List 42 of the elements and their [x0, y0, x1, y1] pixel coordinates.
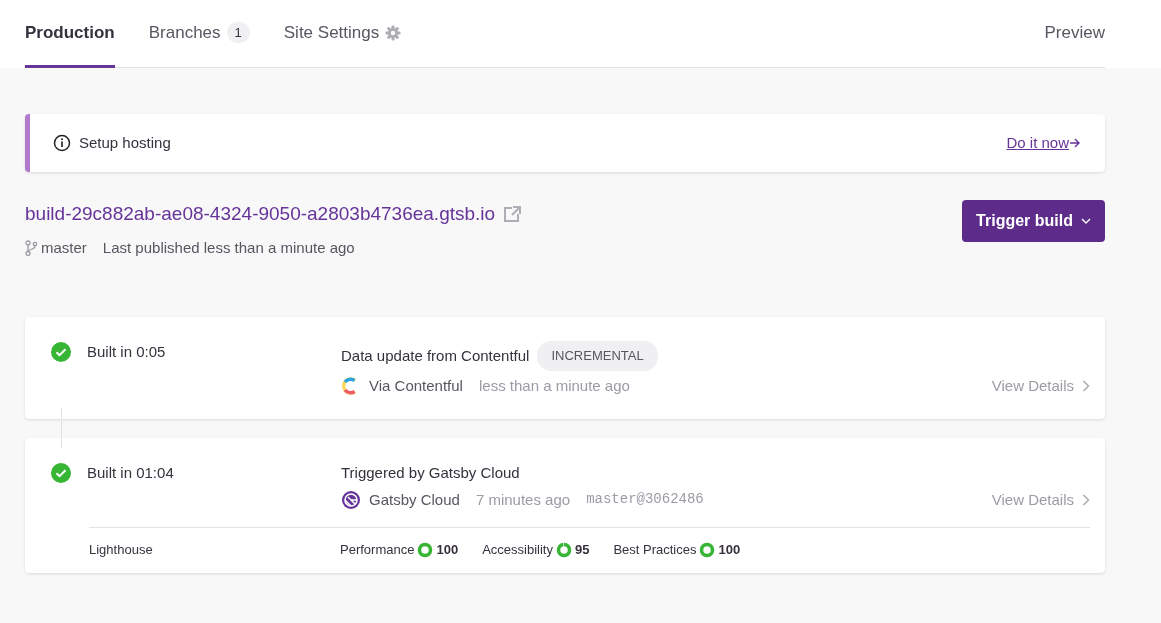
build-type-tag: INCREMENTAL	[537, 341, 658, 371]
caret-icon	[1081, 218, 1091, 224]
settings-icon	[385, 24, 402, 41]
branch-icon	[25, 239, 37, 256]
score-value: 95	[574, 541, 590, 559]
tab[interactable]: Production	[25, 0, 115, 68]
score-ring-icon	[699, 541, 716, 558]
build-time: less than a minute ago	[478, 375, 630, 396]
score-ring-icon	[417, 541, 434, 558]
branch-name: master	[41, 237, 87, 258]
build-source: Via Contentful	[369, 375, 463, 396]
preview-tab[interactable]: Preview	[1044, 0, 1105, 68]
success-check-icon	[51, 463, 71, 483]
build-time: 7 minutes ago	[475, 489, 571, 510]
count-badge: 1	[226, 21, 250, 44]
chevron-right-icon	[1082, 379, 1090, 392]
score-name: Accessibility	[482, 541, 553, 559]
do-it-now-link[interactable]: Do it now	[1006, 131, 1081, 155]
tab[interactable]: Site Settings	[283, 0, 402, 68]
lighthouse-label: Lighthouse	[89, 541, 154, 559]
score-ring-icon	[555, 541, 572, 558]
success-check-icon	[51, 342, 71, 362]
commit-ref: master@3062486	[586, 490, 704, 510]
trigger-build-button[interactable]: Trigger build	[962, 200, 1105, 242]
banner-text: Setup hosting	[79, 132, 171, 153]
score-name: Performance	[340, 541, 415, 559]
score-value: 100	[436, 541, 459, 559]
build-title: Data update from Contentful	[341, 345, 530, 366]
external-link-icon	[503, 205, 524, 224]
arrow-right-icon	[1069, 137, 1081, 149]
build-duration: Built in 0:05	[87, 342, 166, 362]
tab[interactable]: Branches 1	[148, 0, 250, 68]
site-url-link[interactable]: build-29c882ab-ae08-4324-9050-a2803b4736ea.gtsb.io	[25, 200, 496, 229]
publish-status: Last published less than a minute ago	[102, 237, 355, 258]
build-title: Triggered by Gatsby Cloud	[341, 463, 520, 483]
build-source: Gatsby Cloud	[369, 489, 460, 510]
score-name: Best Practices	[613, 541, 697, 559]
info-icon	[53, 134, 71, 152]
gatsby-logo-icon	[341, 489, 361, 510]
build-duration: Built in 01:04	[87, 463, 174, 483]
chevron-right-icon	[1082, 493, 1090, 506]
score-value: 100	[718, 541, 741, 559]
